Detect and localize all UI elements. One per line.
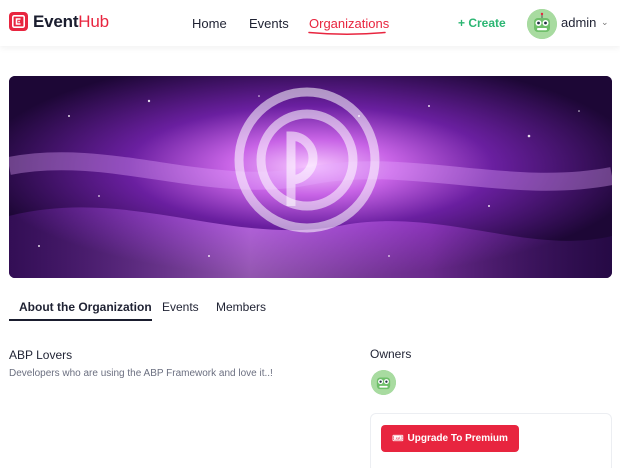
- chevron-down-icon[interactable]: ⌄: [601, 17, 609, 28]
- brand-name-light: Hub: [78, 12, 109, 31]
- robot-avatar-icon: [371, 370, 396, 395]
- brand-name: EventHub: [33, 12, 109, 31]
- brand-name-bold: Event: [33, 12, 79, 31]
- owner-avatar[interactable]: [371, 370, 396, 395]
- tab-events[interactable]: Events: [162, 300, 199, 314]
- organization-banner: [9, 76, 612, 278]
- organization-name: ABP Lovers: [9, 348, 73, 362]
- nav-home[interactable]: Home: [192, 16, 227, 31]
- brand-logo[interactable]: EventHub: [9, 12, 109, 31]
- upgrade-premium-button[interactable]: 🎟 Upgrade To Premium: [381, 425, 519, 452]
- owners-heading: Owners: [370, 347, 412, 361]
- nav-organizations[interactable]: Organizations: [309, 16, 389, 31]
- user-name[interactable]: admin: [561, 15, 596, 30]
- upgrade-premium-label: Upgrade To Premium: [407, 433, 508, 444]
- user-avatar[interactable]: [527, 9, 557, 39]
- top-navbar: EventHub Home Events Organizations + Cre…: [0, 0, 620, 46]
- ticket-icon: 🎟: [392, 433, 404, 443]
- tab-members[interactable]: Members: [216, 300, 266, 314]
- robot-avatar-icon: [527, 9, 557, 39]
- active-tab-indicator: [9, 319, 152, 321]
- tab-about[interactable]: About the Organization: [19, 300, 152, 314]
- banner-image: [9, 76, 612, 278]
- nav-events[interactable]: Events: [249, 16, 289, 31]
- create-link[interactable]: + Create: [458, 16, 506, 30]
- organization-description: Developers who are using the ABP Framewo…: [9, 368, 273, 379]
- active-nav-underline: [308, 31, 386, 35]
- logo-icon: [9, 12, 28, 31]
